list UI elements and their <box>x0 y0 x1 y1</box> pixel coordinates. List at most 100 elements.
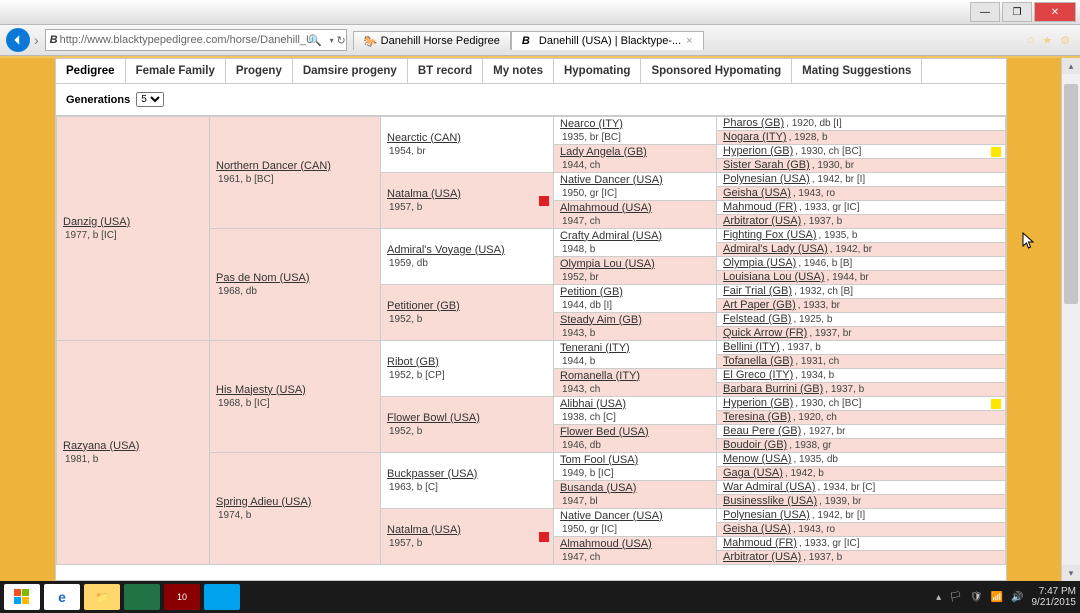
horse-link[interactable]: Polynesian (USA) <box>723 509 810 521</box>
horse-entry[interactable]: Olympia Lou (USA)1952, br <box>560 258 710 284</box>
scroll-up-icon[interactable]: ▴ <box>1062 58 1080 74</box>
horse-link[interactable]: His Majesty (USA) <box>216 384 306 396</box>
horse-link[interactable]: Flower Bed (USA) <box>560 426 649 438</box>
taskbar-app[interactable] <box>124 584 160 610</box>
horse-entry[interactable]: Teresina (GB), 1920, ch <box>723 411 999 424</box>
horse-link[interactable]: Nearctic (CAN) <box>387 132 461 144</box>
horse-link[interactable]: Almahmoud (USA) <box>560 538 652 550</box>
horse-link[interactable]: Ribot (GB) <box>387 356 439 368</box>
horse-entry[interactable]: Almahmoud (USA)1947, ch <box>560 538 710 564</box>
horse-link[interactable]: Mahmoud (FR) <box>723 537 797 549</box>
horse-link[interactable]: Bellini (ITY) <box>723 341 780 353</box>
start-button[interactable] <box>4 584 40 610</box>
horse-entry[interactable]: Hyperion (GB), 1930, ch [BC] <box>723 145 999 158</box>
horse-link[interactable]: Art Paper (GB) <box>723 299 796 311</box>
horse-entry[interactable]: Northern Dancer (CAN)1961, b [BC] <box>216 160 374 186</box>
horse-entry[interactable]: Bellini (ITY), 1937, b <box>723 341 999 354</box>
horse-link[interactable]: Fighting Fox (USA) <box>723 229 817 241</box>
horse-link[interactable]: Pharos (GB) <box>723 117 784 129</box>
horse-link[interactable]: Geisha (USA) <box>723 523 791 535</box>
horse-link[interactable]: Olympia (USA) <box>723 257 796 269</box>
page-tab[interactable]: Hypomating <box>554 59 641 83</box>
horse-link[interactable]: Polynesian (USA) <box>723 173 810 185</box>
horse-link[interactable]: Beau Pere (GB) <box>723 425 801 437</box>
horse-entry[interactable]: Steady Aim (GB)1943, b <box>560 314 710 340</box>
horse-entry[interactable]: Natalma (USA)1957, b <box>387 524 547 550</box>
horse-link[interactable]: Nearco (ITY) <box>560 118 623 130</box>
horse-link[interactable]: Buckpasser (USA) <box>387 468 477 480</box>
horse-link[interactable]: Flower Bowl (USA) <box>387 412 480 424</box>
horse-entry[interactable]: Mahmoud (FR), 1933, gr [IC] <box>723 201 999 214</box>
network-icon[interactable]: 📶 <box>991 592 1003 603</box>
horse-link[interactable]: Gaga (USA) <box>723 467 783 479</box>
horse-entry[interactable]: Petitioner (GB)1952, b <box>387 300 547 326</box>
horse-link[interactable]: Alibhai (USA) <box>560 398 626 410</box>
minimize-button[interactable]: — <box>970 2 1000 22</box>
close-tab-icon[interactable]: × <box>686 35 692 47</box>
horse-link[interactable]: Hyperion (GB) <box>723 145 793 157</box>
clock[interactable]: 7:47 PM 9/21/2015 <box>1032 586 1077 608</box>
horse-link[interactable]: Sister Sarah (GB) <box>723 159 810 171</box>
horse-entry[interactable]: Native Dancer (USA)1950, gr [IC] <box>560 174 710 200</box>
horse-link[interactable]: Razyana (USA) <box>63 440 139 452</box>
horse-link[interactable]: Natalma (USA) <box>387 188 461 200</box>
generations-select[interactable]: 5 <box>136 92 164 107</box>
horse-link[interactable]: Native Dancer (USA) <box>560 174 663 186</box>
horse-link[interactable]: Admiral's Lady (USA) <box>723 243 828 255</box>
page-tab[interactable]: BT record <box>408 59 483 83</box>
horse-entry[interactable]: Barbara Burrini (GB), 1937, b <box>723 383 999 396</box>
horse-link[interactable]: Romanella (ITY) <box>560 370 640 382</box>
shield-icon[interactable]: 🛡 <box>970 592 983 603</box>
horse-link[interactable]: Businesslike (USA) <box>723 495 817 507</box>
horse-entry[interactable]: Nearco (ITY)1935, br [BC] <box>560 118 710 144</box>
horse-link[interactable]: Natalma (USA) <box>387 524 461 536</box>
horse-entry[interactable]: Pas de Nom (USA)1968, db <box>216 272 374 298</box>
horse-entry[interactable]: Quick Arrow (FR), 1937, br <box>723 327 999 340</box>
taskbar-explorer[interactable]: 📁 <box>84 584 120 610</box>
taskbar-app[interactable] <box>204 584 240 610</box>
horse-link[interactable]: Almahmoud (USA) <box>560 202 652 214</box>
taskbar-ie[interactable]: e <box>44 584 80 610</box>
horse-entry[interactable]: Native Dancer (USA)1950, gr [IC] <box>560 510 710 536</box>
browser-tab[interactable]: B Danehill (USA) | Blacktype-... × <box>511 31 704 50</box>
horse-entry[interactable]: Geisha (USA), 1943, ro <box>723 187 999 200</box>
horse-link[interactable]: Nogara (ITY) <box>723 131 787 143</box>
scroll-down-icon[interactable]: ▾ <box>1062 565 1080 581</box>
horse-entry[interactable]: Boudoir (GB), 1938, gr <box>723 439 999 452</box>
horse-entry[interactable]: Spring Adieu (USA)1974, b <box>216 496 374 522</box>
refresh-icon[interactable]: ↻ <box>336 34 345 47</box>
vertical-scrollbar[interactable]: ▴ ▾ <box>1061 58 1080 581</box>
horse-entry[interactable]: Tom Fool (USA)1949, b [IC] <box>560 454 710 480</box>
horse-link[interactable]: Native Dancer (USA) <box>560 510 663 522</box>
settings-icon[interactable]: ⚙ <box>1060 34 1070 47</box>
horse-entry[interactable]: His Majesty (USA)1968, b [IC] <box>216 384 374 410</box>
horse-entry[interactable]: Crafty Admiral (USA)1948, b <box>560 230 710 256</box>
horse-link[interactable]: War Admiral (USA) <box>723 481 816 493</box>
horse-entry[interactable]: Arbitrator (USA), 1937, b <box>723 215 999 228</box>
horse-entry[interactable]: Fair Trial (GB), 1932, ch [B] <box>723 285 999 298</box>
horse-link[interactable]: Barbara Burrini (GB) <box>723 383 823 395</box>
horse-entry[interactable]: Louisiana Lou (USA), 1944, br <box>723 271 999 284</box>
search-icon[interactable]: 🔍 <box>308 34 322 47</box>
horse-link[interactable]: Spring Adieu (USA) <box>216 496 311 508</box>
horse-entry[interactable]: Busanda (USA)1947, bl <box>560 482 710 508</box>
horse-link[interactable]: Petitioner (GB) <box>387 300 460 312</box>
horse-entry[interactable]: Art Paper (GB), 1933, br <box>723 299 999 312</box>
browser-tab[interactable]: 🐎 Danehill Horse Pedigree <box>353 31 511 50</box>
volume-icon[interactable]: 🔊 <box>1011 592 1023 603</box>
horse-link[interactable]: Lady Angela (GB) <box>560 146 647 158</box>
action-center-icon[interactable]: 🏳 <box>949 592 962 603</box>
horse-entry[interactable]: Gaga (USA), 1942, b <box>723 467 999 480</box>
horse-entry[interactable]: Polynesian (USA), 1942, br [I] <box>723 173 999 186</box>
favorites-icon[interactable]: ★ <box>1042 34 1052 47</box>
horse-entry[interactable]: Menow (USA), 1935, db <box>723 453 999 466</box>
horse-link[interactable]: Louisiana Lou (USA) <box>723 271 825 283</box>
horse-link[interactable]: Crafty Admiral (USA) <box>560 230 662 242</box>
horse-entry[interactable]: Mahmoud (FR), 1933, gr [IC] <box>723 537 999 550</box>
horse-entry[interactable]: Sister Sarah (GB), 1930, br <box>723 159 999 172</box>
system-tray[interactable]: ▴ 🏳 🛡 📶 🔊 7:47 PM 9/21/2015 <box>936 586 1076 608</box>
horse-link[interactable]: Northern Dancer (CAN) <box>216 160 331 172</box>
page-tab[interactable]: Female Family <box>126 59 226 83</box>
horse-link[interactable]: Olympia Lou (USA) <box>560 258 655 270</box>
horse-entry[interactable]: Ribot (GB)1952, b [CP] <box>387 356 547 382</box>
